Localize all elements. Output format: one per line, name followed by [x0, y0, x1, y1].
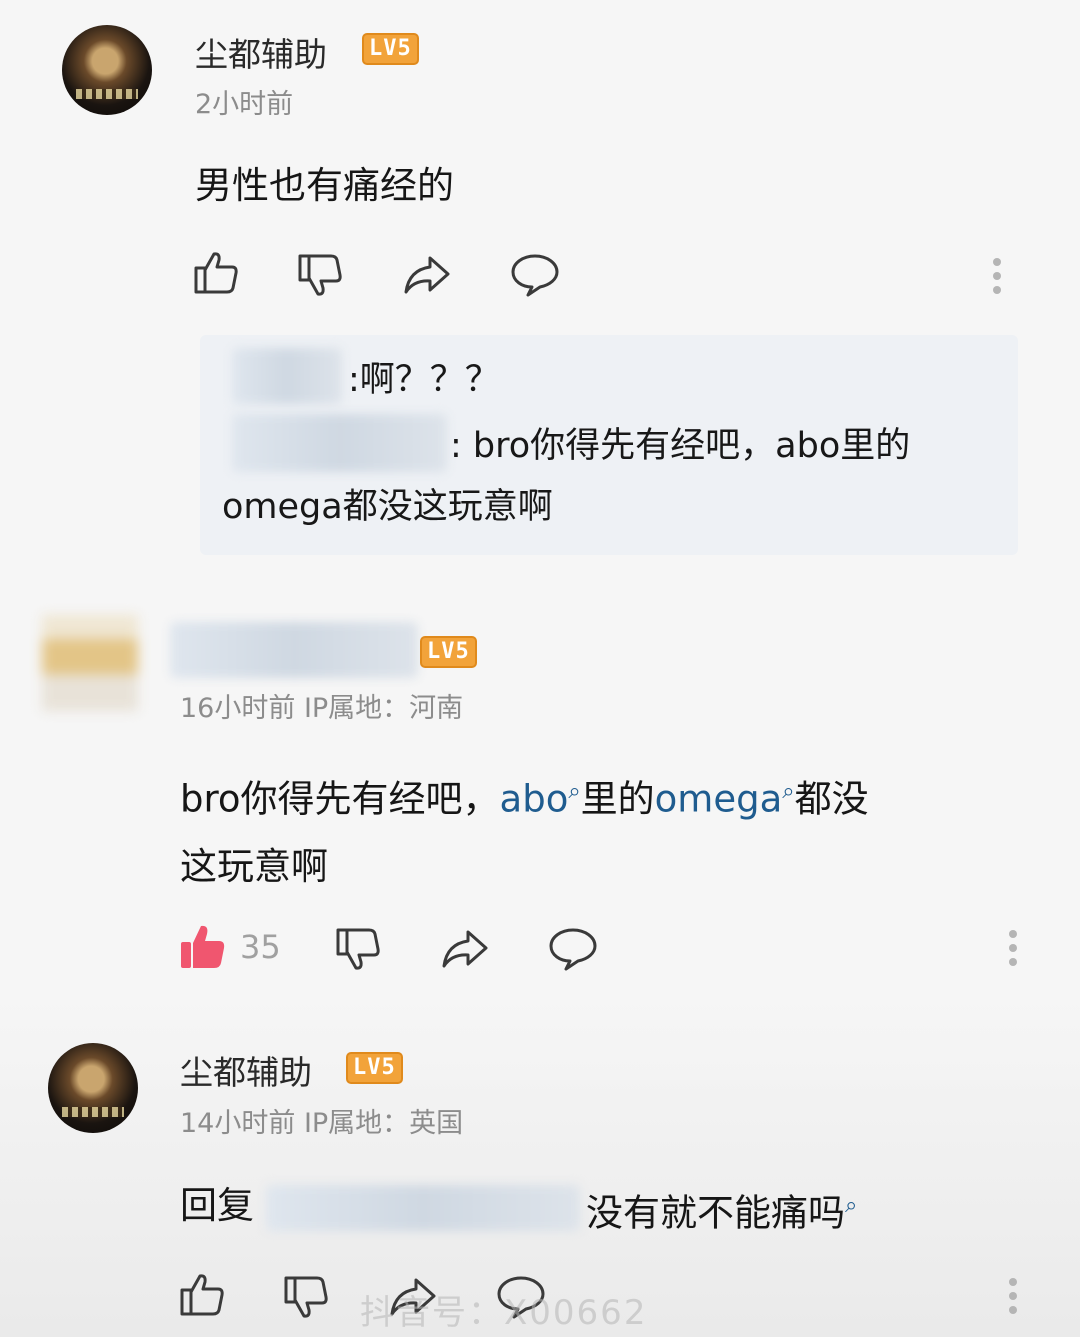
- comment-time: 2小时前: [195, 89, 294, 120]
- watermark: 抖音号：X00662: [360, 1293, 648, 1333]
- user-avatar[interactable]: [42, 615, 138, 711]
- share-icon[interactable]: [440, 924, 490, 974]
- thumb-up-icon-liked[interactable]: [178, 922, 228, 972]
- more-icon[interactable]: [992, 252, 1002, 300]
- more-icon[interactable]: [1008, 924, 1018, 972]
- user-avatar[interactable]: [62, 25, 152, 115]
- thumb-down-icon[interactable]: [296, 250, 346, 300]
- comment-text: 没有就不能痛吗⌕: [586, 1191, 858, 1235]
- reply-text-line2: omega都没这玩意啊: [222, 487, 553, 527]
- like-count: 35: [240, 928, 281, 966]
- comment-text: 男性也有痛经的: [195, 164, 454, 207]
- level-badge: LV5: [420, 636, 477, 668]
- thumb-up-icon[interactable]: [178, 1270, 228, 1320]
- user-avatar[interactable]: [48, 1043, 138, 1133]
- keyword-link[interactable]: abo: [500, 777, 569, 820]
- search-icon[interactable]: ⌕: [782, 779, 794, 804]
- keyword-link[interactable]: omega: [655, 777, 783, 820]
- thumb-up-icon[interactable]: [192, 248, 242, 298]
- comment-time: 16小时前 IP属地：河南: [180, 693, 464, 724]
- share-icon[interactable]: [402, 250, 452, 300]
- search-icon[interactable]: ⌕: [845, 1193, 857, 1218]
- reply-text-line1: : bro你得先有经吧，abo里的: [450, 426, 911, 466]
- author-name[interactable]: 尘都辅助: [180, 1046, 312, 1094]
- level-badge: LV5: [346, 1052, 403, 1084]
- comment-text: bro你得先有经吧，abo⌕里的omega⌕都没 这玩意啊: [180, 777, 869, 889]
- thumb-down-icon[interactable]: [282, 1272, 332, 1322]
- reply-user-blur: [232, 348, 342, 404]
- search-icon[interactable]: ⌕: [568, 779, 580, 804]
- level-badge: LV5: [362, 33, 419, 65]
- author-name[interactable]: 尘都辅助: [195, 28, 327, 76]
- reply-prefix: 回复: [180, 1184, 254, 1227]
- more-icon[interactable]: [1008, 1272, 1018, 1320]
- thumb-down-icon[interactable]: [334, 924, 384, 974]
- reply-target-blur[interactable]: [266, 1185, 580, 1231]
- author-name-blur[interactable]: [170, 622, 418, 678]
- comment-time: 14小时前 IP属地：英国: [180, 1108, 464, 1139]
- reply-text: :啊？？？: [348, 360, 500, 400]
- comment-icon[interactable]: [548, 924, 598, 974]
- comment-icon[interactable]: [510, 250, 560, 300]
- reply-user-blur: [232, 414, 447, 472]
